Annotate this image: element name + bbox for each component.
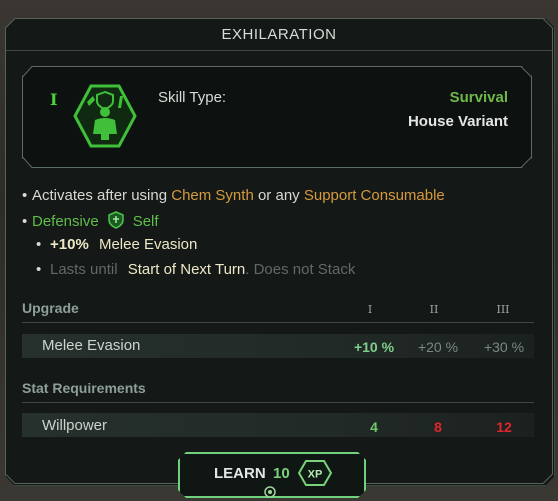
upgrade-value-tier-2: +20 % [417,339,459,355]
target-self: Self [132,213,159,230]
learn-indicator-icon [264,486,276,498]
title-divider [6,50,552,51]
survival-figure-icon [73,84,137,148]
requirement-row-label: Willpower [42,417,108,434]
learn-cost: 10 [273,465,290,482]
keyword-support-consumable[interactable]: Support Consumable [304,187,445,204]
bullet: • [36,261,42,278]
description-line-type: • Defensive Self [22,211,159,230]
xp-hex-icon: XP [298,460,332,486]
upgrade-value-tier-3: +30 % [483,339,525,355]
skill-type-value: Survival [449,89,508,106]
keyword-start-of-next-turn[interactable]: Start of Next Turn [128,261,246,278]
skill-title: EXHILARATION [221,26,337,43]
skill-rank: I [50,90,58,109]
description-line-effect: • +10% Melee Evasion [36,236,197,253]
skill-type-label: Skill Type: [158,89,227,106]
description-line-duration: • Lasts until Start of Next Turn. Does no… [36,261,356,278]
xp-label: XP [308,469,323,481]
requirements-divider [22,402,534,403]
keyword-defensive[interactable]: Defensive [32,213,99,230]
shield-icon [107,211,124,229]
upgrade-divider [22,322,534,323]
bullet: • [22,187,28,204]
tier-2-label: II [429,303,439,316]
learn-label: LEARN [214,465,266,482]
requirement-value-tier-2: 8 [434,419,442,435]
tier-3-label: III [496,303,510,316]
tier-1-label: I [367,303,373,316]
requirement-value-tier-1: 4 [370,419,378,435]
upgrade-row-label: Melee Evasion [42,337,141,354]
keyword-chem-synth[interactable]: Chem Synth [171,187,254,204]
effect-stat: Melee Evasion [98,236,198,253]
effect-value: +10% [50,236,89,253]
description-line-trigger: • Activates after using Chem Synth or any… [22,187,445,204]
bullet: • [36,236,42,253]
requirement-value-tier-3: 12 [496,419,512,435]
skill-variant: House Variant [407,113,508,130]
upgrade-header: Upgrade [22,300,79,316]
bullet: • [22,213,28,230]
stat-requirements-header: Stat Requirements [22,380,146,396]
upgrade-value-tier-1: +10 % [353,339,395,355]
